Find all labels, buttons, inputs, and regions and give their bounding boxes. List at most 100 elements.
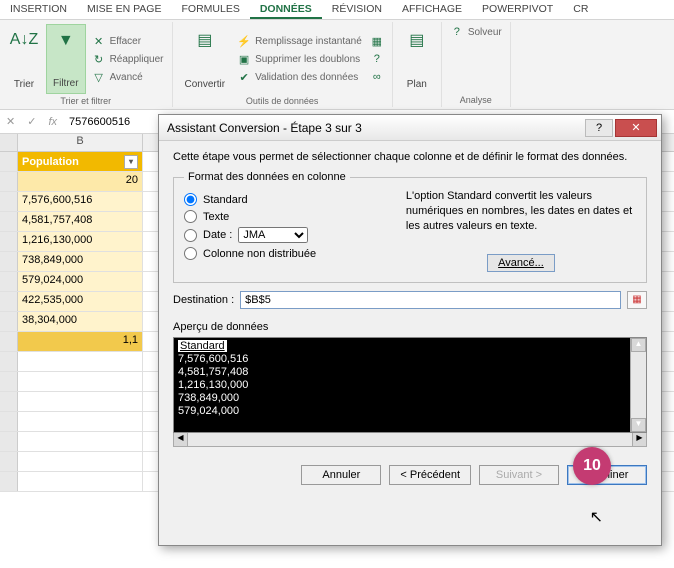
preview-row: 1,216,130,000 (178, 379, 248, 391)
row-header[interactable] (0, 272, 18, 291)
previous-button[interactable]: < Précédent (389, 465, 471, 485)
data-validation-button[interactable]: ✔Validation des données (235, 69, 364, 85)
cell[interactable]: 1,1 (18, 332, 143, 351)
filter-dropdown-button[interactable]: ▾ (124, 155, 138, 169)
radio-standard-input[interactable] (184, 193, 197, 206)
cell[interactable]: 422,535,000 (18, 292, 143, 311)
tab-powerpivot[interactable]: POWERPIVOT (472, 0, 563, 19)
tab-donnees[interactable]: DONNÉES (250, 0, 322, 19)
cursor-icon: ↖ (590, 507, 603, 527)
destination-label: Destination : (173, 294, 234, 306)
flash-fill-button[interactable]: ⚡Remplissage instantané (235, 33, 364, 49)
consolidate-button[interactable]: ▦ (368, 33, 386, 49)
text-to-columns-dialog: Assistant Conversion - Étape 3 sur 3 ? ✕… (158, 114, 662, 546)
cell[interactable]: 738,849,000 (18, 252, 143, 271)
sort-button[interactable]: A↓Z Trier (6, 24, 42, 94)
relationships-icon: ∞ (370, 70, 384, 84)
dialog-title: Assistant Conversion - Étape 3 sur 3 (167, 121, 362, 135)
cell[interactable]: 7,576,600,516 (18, 192, 143, 211)
row-header[interactable] (0, 292, 18, 311)
clear-filter-button[interactable]: ✕Effacer (90, 33, 166, 49)
filter-label: Filtrer (53, 78, 79, 89)
ribbon-tabs: INSERTION MISE EN PAGE FORMULES DONNÉES … (0, 0, 674, 20)
scroll-right-icon[interactable]: ▶ (632, 433, 646, 446)
text-to-columns-icon: ▤ (193, 28, 217, 52)
preview-row: 4,581,757,408 (178, 366, 248, 378)
dialog-intro: Cette étape vous permet de sélectionner … (173, 151, 647, 163)
radio-texte[interactable]: Texte (184, 210, 392, 223)
formula-cancel-icon[interactable]: ✕ (0, 115, 21, 128)
advanced-button[interactable]: Avancé... (487, 254, 555, 272)
flash-fill-icon: ⚡ (237, 34, 251, 48)
scroll-left-icon[interactable]: ◀ (174, 433, 188, 446)
fx-label[interactable]: fx (42, 116, 63, 128)
radio-skip-column[interactable]: Colonne non distribuée (184, 247, 392, 260)
sort-label: Trier (14, 79, 34, 90)
filter-button[interactable]: ▼ Filtrer (46, 24, 86, 94)
remove-dup-icon: ▣ (237, 52, 251, 66)
radio-date-input[interactable] (184, 229, 197, 242)
group-label-analysis: Analyse (448, 95, 504, 105)
radio-texte-input[interactable] (184, 210, 197, 223)
dialog-titlebar[interactable]: Assistant Conversion - Étape 3 sur 3 ? ✕ (159, 115, 661, 141)
dialog-close-button[interactable]: ✕ (615, 119, 657, 137)
relationships-button[interactable]: ∞ (368, 69, 386, 85)
cell[interactable]: 4,581,757,408 (18, 212, 143, 231)
convert-label: Convertir (185, 79, 226, 90)
row-header[interactable] (0, 312, 18, 331)
remove-duplicates-button[interactable]: ▣Supprimer les doublons (235, 51, 364, 67)
tab-cr[interactable]: CR (563, 0, 598, 19)
cell[interactable]: 20 (18, 172, 143, 191)
date-format-select[interactable]: JMA (238, 227, 308, 243)
column-header-b[interactable]: B (18, 134, 143, 151)
whatif-button[interactable]: ? (368, 51, 386, 67)
outline-button[interactable]: ▤ Plan (399, 24, 435, 94)
funnel-icon: ▼ (54, 29, 78, 53)
row-header[interactable] (0, 152, 18, 171)
preview-row: 579,024,000 (178, 405, 239, 417)
cell[interactable]: 1,216,130,000 (18, 232, 143, 251)
row-header[interactable] (0, 192, 18, 211)
row-header[interactable] (0, 232, 18, 251)
radio-date[interactable]: Date : JMA (184, 227, 392, 243)
group-label-data-tools: Outils de données (179, 96, 386, 106)
data-preview: Standard 7,576,600,516 4,581,757,408 1,2… (173, 337, 647, 433)
tab-mise-en-page[interactable]: MISE EN PAGE (77, 0, 172, 19)
radio-skip-input[interactable] (184, 247, 197, 260)
ribbon-group-data-tools: ▤ Convertir ⚡Remplissage instantané ▣Sup… (173, 22, 393, 107)
scroll-up-icon[interactable]: ▲ (631, 338, 646, 352)
tab-formules[interactable]: FORMULES (171, 0, 249, 19)
next-button: Suivant > (479, 465, 559, 485)
refresh-icon: ↻ (92, 52, 106, 66)
row-header[interactable] (0, 172, 18, 191)
preview-row: 7,576,600,516 (178, 353, 248, 365)
tab-revision[interactable]: RÉVISION (322, 0, 392, 19)
select-all-cell[interactable] (0, 134, 18, 151)
preview-column-header[interactable]: Standard (178, 340, 227, 352)
clear-icon: ✕ (92, 34, 106, 48)
row-header[interactable] (0, 332, 18, 351)
cell[interactable]: 579,024,000 (18, 272, 143, 291)
reapply-filter-button[interactable]: ↻Réappliquer (90, 51, 166, 67)
destination-input[interactable] (240, 291, 621, 309)
row-header[interactable] (0, 212, 18, 231)
preview-hscrollbar[interactable]: ◀ ▶ (173, 433, 647, 447)
preview-vscrollbar[interactable]: ▲ ▼ (630, 338, 646, 432)
dialog-help-button[interactable]: ? (585, 119, 613, 137)
preview-label: Aperçu de données (173, 321, 647, 333)
cell[interactable]: 38,304,000 (18, 312, 143, 331)
tab-insertion[interactable]: INSERTION (0, 0, 77, 19)
row-header[interactable] (0, 252, 18, 271)
step-badge: 10 (573, 447, 611, 485)
plan-label: Plan (407, 79, 427, 90)
tab-affichage[interactable]: AFFICHAGE (392, 0, 472, 19)
range-picker-button[interactable]: ▦ (627, 291, 647, 309)
cancel-button[interactable]: Annuler (301, 465, 381, 485)
solver-button[interactable]: ?Solveur (448, 24, 504, 40)
radio-standard[interactable]: Standard (184, 193, 392, 206)
formula-enter-icon[interactable]: ✓ (21, 115, 42, 128)
scroll-down-icon[interactable]: ▼ (631, 418, 646, 432)
convert-button[interactable]: ▤ Convertir (179, 24, 232, 94)
consolidate-icon: ▦ (370, 34, 384, 48)
advanced-filter-button[interactable]: ▽Avancé (90, 69, 166, 85)
